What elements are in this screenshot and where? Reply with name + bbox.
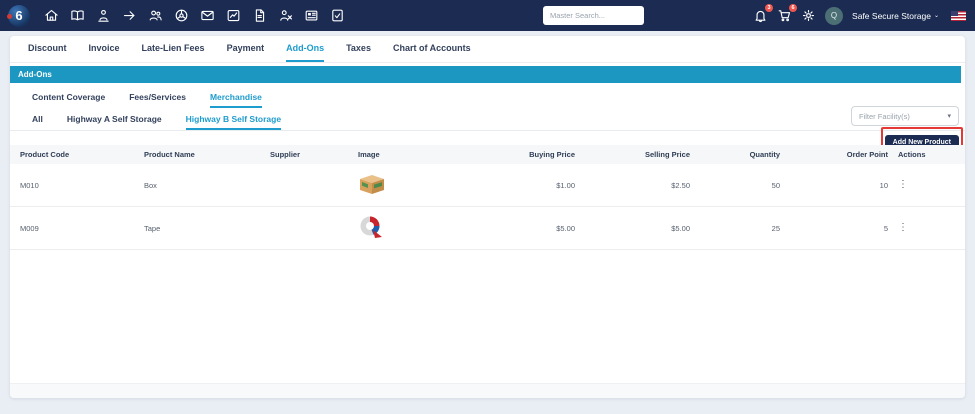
- tape-product-image: [358, 215, 384, 239]
- tab-discount[interactable]: Discount: [28, 36, 67, 62]
- content-card: Discount Invoice Late-Lien Fees Payment Add-…: [10, 36, 965, 398]
- tab-taxes[interactable]: Taxes: [346, 36, 371, 62]
- cell-product-name: Tape: [144, 223, 161, 233]
- tenants-icon[interactable]: [148, 8, 163, 23]
- column-header-buying-price: Buying Price: [529, 150, 575, 159]
- row-actions-kebab-icon[interactable]: ⋮: [898, 180, 908, 190]
- move-in-icon[interactable]: [96, 8, 111, 23]
- account-name: Safe Secure Storage: [852, 10, 931, 21]
- app-logo[interactable]: 6: [7, 4, 30, 27]
- product-image-cell: [358, 173, 450, 197]
- chevron-down-icon: ⌄: [933, 12, 939, 19]
- settings-tab-bar: Discount Invoice Late-Lien Fees Payment Add-…: [10, 36, 965, 63]
- settings-gear-icon[interactable]: [801, 8, 816, 23]
- column-header-image: Image: [358, 150, 380, 159]
- documents-icon[interactable]: [252, 8, 267, 23]
- notifications-badge: 3: [765, 4, 774, 12]
- facility-tab-highway-a-self-storage[interactable]: Highway A Self Storage: [67, 114, 162, 130]
- cell-order-point: 5: [883, 223, 888, 233]
- us-flag-icon[interactable]: [951, 10, 966, 21]
- facility-tab-bar: All Highway A Self Storage Highway B Self …: [10, 108, 965, 131]
- actions-cell: ⋮: [888, 223, 965, 233]
- cell-selling-price: $5.00: [671, 223, 690, 233]
- units-icon[interactable]: [174, 8, 189, 23]
- filter-facility-placeholder: Filter Facility(s): [859, 111, 910, 121]
- cell-quantity: 25: [771, 223, 780, 233]
- card-footer: [10, 383, 965, 398]
- column-header-supplier: Supplier: [270, 150, 301, 159]
- products-table: Product Code Product Name Supplier Image Buy…: [10, 145, 965, 250]
- cell-order-point: 10: [879, 180, 888, 190]
- facility-tab-highway-b-self-storage[interactable]: Highway B Self Storage: [185, 114, 282, 130]
- table-header-row: Product Code Product Name Supplier Image Buy…: [10, 145, 965, 164]
- box-product-image: [358, 173, 386, 195]
- column-header-product-name: Product Name: [144, 150, 195, 159]
- cell-product-code: M010: [20, 180, 39, 190]
- product-image-cell: [358, 215, 450, 241]
- facility-tab-all[interactable]: All: [32, 114, 43, 130]
- column-header-actions: Actions: [898, 150, 926, 159]
- tenant-remove-icon[interactable]: [278, 8, 293, 23]
- row-actions-kebab-icon[interactable]: ⋮: [898, 223, 908, 233]
- chevron-down-icon: ▾: [947, 113, 951, 120]
- home-icon[interactable]: [44, 8, 59, 23]
- cell-selling-price: $2.50: [671, 180, 690, 190]
- user-avatar[interactable]: Q: [825, 6, 844, 25]
- filter-facility-select[interactable]: Filter Facility(s) ▾: [851, 106, 959, 126]
- map-icon[interactable]: [70, 8, 85, 23]
- master-search-input[interactable]: [543, 6, 644, 25]
- navbar-right-cluster: 3 6 Q Safe Secure Storage ⌄: [753, 0, 966, 31]
- tab-chart-of-accounts[interactable]: Chart of Accounts: [393, 36, 471, 62]
- avatar-initial: Q: [830, 11, 838, 20]
- cell-product-code: M009: [20, 223, 39, 233]
- cell-quantity: 50: [771, 180, 780, 190]
- account-menu[interactable]: Safe Secure Storage ⌄: [852, 11, 939, 21]
- section-header: Add-Ons: [10, 66, 961, 83]
- column-header-quantity: Quantity: [749, 150, 780, 159]
- cell-buying-price: $1.00: [556, 180, 575, 190]
- cart-icon[interactable]: 6: [777, 4, 798, 23]
- actions-cell: ⋮: [888, 180, 965, 190]
- tasks-icon[interactable]: [330, 8, 345, 23]
- cell-buying-price: $5.00: [556, 223, 575, 233]
- subtab-merchandise[interactable]: Merchandise: [209, 92, 262, 108]
- reports-icon[interactable]: [226, 8, 241, 23]
- logo-text: 6: [15, 8, 23, 23]
- tab-payment[interactable]: Payment: [227, 36, 265, 62]
- news-icon[interactable]: [304, 8, 319, 23]
- table-row: M009 Tape $5.00 $5.00 25 5 ⋮: [10, 207, 965, 250]
- addons-subtab-bar: Content Coverage Fees/Services Merchandise: [10, 83, 965, 108]
- table-row: M010 Box $1.00 $2.50 50 10 ⋮: [10, 164, 965, 207]
- subtab-fees-services[interactable]: Fees/Services: [129, 92, 186, 108]
- section-title: Add-Ons: [18, 70, 52, 79]
- cell-product-name: Box: [144, 180, 157, 190]
- top-navbar: 6 3 6 Q Safe Secure Storage⌄: [0, 0, 975, 31]
- column-header-product-code: Product Code: [20, 150, 70, 159]
- tab-late-lien-fees[interactable]: Late-Lien Fees: [142, 36, 205, 62]
- subtab-content-coverage[interactable]: Content Coverage: [32, 92, 105, 108]
- cart-badge: 6: [789, 4, 798, 12]
- arrow-right-icon[interactable]: [122, 8, 137, 23]
- tab-invoice[interactable]: Invoice: [89, 36, 120, 62]
- column-header-order-point: Order Point: [846, 150, 888, 159]
- tab-add-ons[interactable]: Add-Ons: [286, 36, 325, 62]
- column-header-selling-price: Selling Price: [644, 150, 690, 159]
- notifications-bell-icon[interactable]: 3: [753, 4, 774, 23]
- mail-icon[interactable]: [200, 8, 215, 23]
- nav-icon-bar: [44, 8, 345, 23]
